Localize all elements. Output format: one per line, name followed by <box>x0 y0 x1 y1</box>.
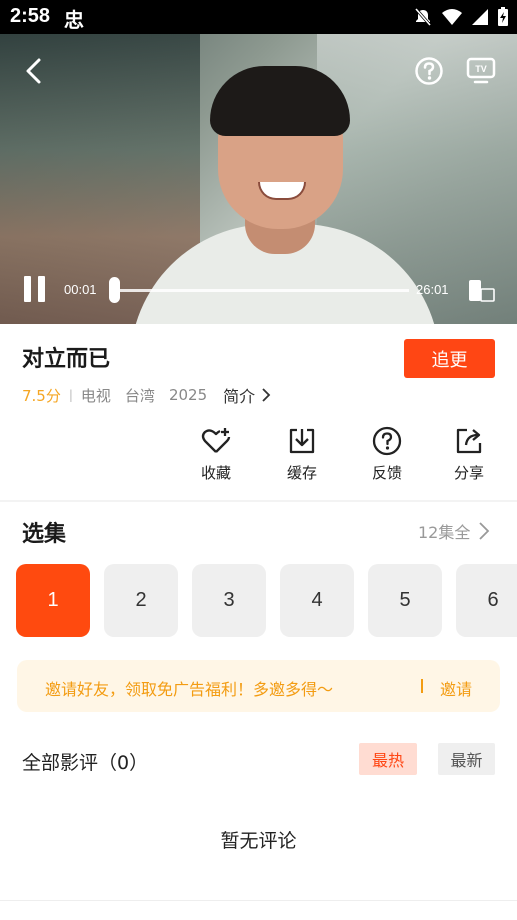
show-score: 7.5分 <box>22 386 61 405</box>
share-button[interactable]: 分享 <box>439 426 499 483</box>
share-label: 分享 <box>453 464 484 482</box>
episode-list: 1 2 3 4 5 6 <box>0 564 517 638</box>
wifi-icon <box>442 9 462 25</box>
seek-thumb[interactable] <box>109 277 120 303</box>
download-label: 缓存 <box>286 464 317 482</box>
show-year: 2025 <box>168 386 208 404</box>
total-time: 26:01 <box>416 282 449 297</box>
download-button[interactable]: 缓存 <box>272 426 332 483</box>
pause-button[interactable] <box>24 276 48 302</box>
video-frame-hair <box>210 66 350 136</box>
intro-link[interactable]: 简介 <box>223 383 273 407</box>
feedback-label: 反馈 <box>371 464 402 482</box>
question-icon <box>372 426 402 456</box>
sort-new-tab[interactable]: 最新 <box>438 743 495 775</box>
status-bar: 2:58 忠 <box>0 0 517 34</box>
bottom-divider <box>0 900 517 901</box>
battery-charging-icon <box>498 7 508 26</box>
status-time: 2:58 <box>10 5 51 27</box>
episode-item[interactable]: 5 <box>368 564 442 637</box>
invite-divider <box>421 679 423 693</box>
episode-item[interactable]: 3 <box>192 564 266 637</box>
feedback-button[interactable]: 反馈 <box>357 426 417 483</box>
episodes-all-link[interactable]: 12集全 <box>418 519 490 543</box>
follow-button[interactable]: 追更 <box>404 339 495 378</box>
invite-button[interactable]: 邀请 <box>440 676 472 700</box>
episode-item[interactable]: 6 <box>456 564 517 637</box>
episode-item[interactable]: 4 <box>280 564 354 637</box>
episode-item[interactable]: 2 <box>104 564 178 637</box>
fullscreen-rotate-icon[interactable] <box>468 279 496 305</box>
invite-text: 邀请好友，领取免广告福利！多邀多得～ <box>45 680 334 699</box>
current-time: 00:01 <box>64 282 97 297</box>
notification-app-icon: 忠 <box>64 8 84 32</box>
system-icons <box>413 7 509 27</box>
episode-item[interactable]: 1 <box>16 564 90 637</box>
show-meta: 7.5分 | 电视 台湾 2025 简介 <box>22 384 273 406</box>
heart-plus-icon <box>201 428 231 453</box>
share-icon <box>456 428 482 454</box>
svg-text:TV: TV <box>475 64 487 74</box>
player-controls: 00:01 26:01 <box>0 264 517 324</box>
comments-title: 全部影评（0） <box>22 752 149 774</box>
episodes-count: 12集全 <box>418 523 471 542</box>
mute-icon <box>414 8 432 26</box>
episodes-title: 选集 <box>22 522 67 547</box>
favorite-label: 收藏 <box>200 464 231 482</box>
sort-hot-tab[interactable]: 最热 <box>359 743 417 775</box>
chevron-right-icon <box>262 388 271 402</box>
action-row: 收藏 缓存 反馈 分享 <box>0 426 517 490</box>
intro-label: 简介 <box>223 387 256 406</box>
download-icon <box>289 428 315 454</box>
signal-icon <box>472 9 488 25</box>
help-icon[interactable] <box>414 56 444 86</box>
seek-bar[interactable] <box>112 289 409 292</box>
show-title: 对立而已 <box>22 347 111 372</box>
show-type: 电视 <box>80 386 111 405</box>
section-divider <box>0 500 517 502</box>
show-region: 台湾 <box>124 386 155 405</box>
video-player[interactable]: TV 00:01 26:01 <box>0 34 517 324</box>
meta-separator: | <box>68 388 73 402</box>
chevron-right-icon <box>479 522 490 540</box>
empty-comments-text: 暂无评论 <box>220 830 297 852</box>
tv-cast-icon[interactable]: TV <box>466 56 496 86</box>
invite-banner: 邀请好友，领取免广告福利！多邀多得～ 邀请 <box>17 660 500 712</box>
back-icon[interactable] <box>20 56 50 86</box>
favorite-button[interactable]: 收藏 <box>186 426 246 483</box>
